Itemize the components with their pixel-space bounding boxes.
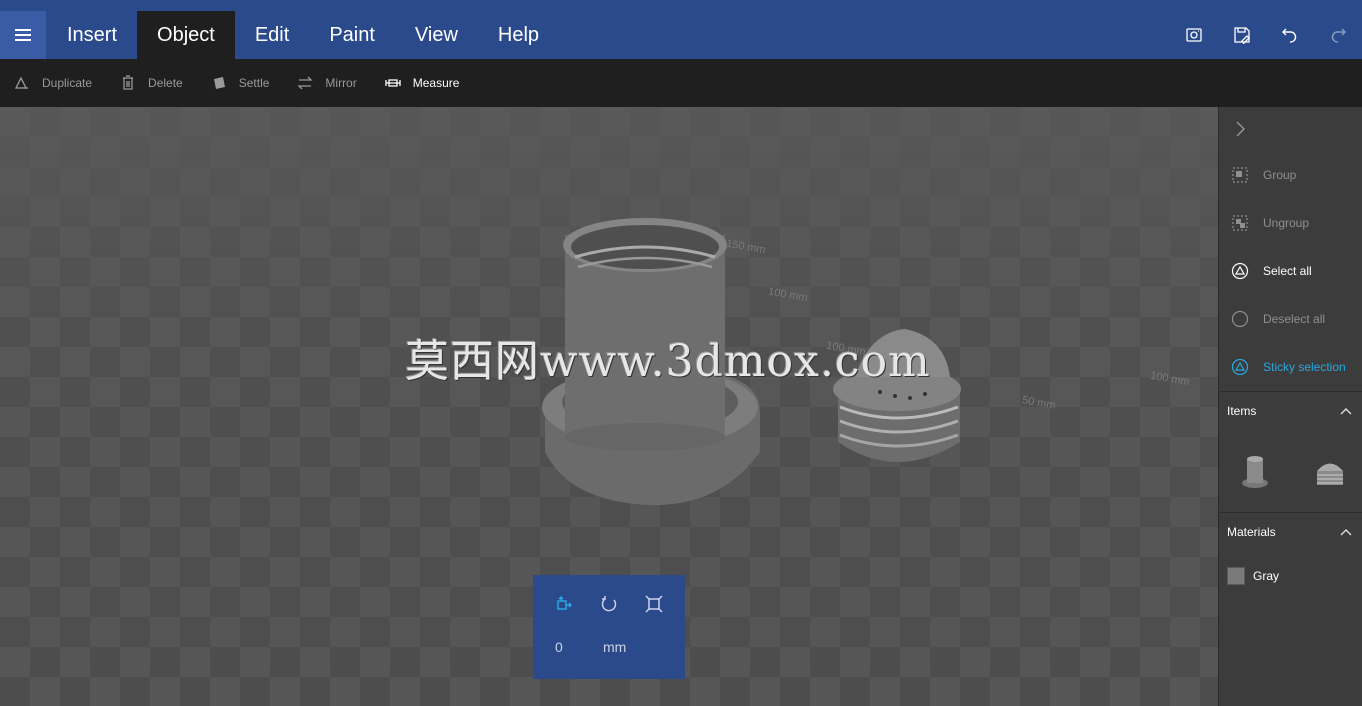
chevron-up-icon	[1340, 529, 1352, 536]
sticky-selection-label: Sticky selection	[1263, 360, 1346, 374]
mirror-button[interactable]: Mirror	[295, 73, 357, 93]
select-all-button[interactable]: Select all	[1219, 247, 1362, 295]
tab-help[interactable]: Help	[478, 11, 559, 59]
deselect-all-label: Deselect all	[1263, 312, 1326, 326]
items-title: Items	[1227, 404, 1257, 418]
delete-button[interactable]: Delete	[118, 73, 183, 93]
rotate-mode-button[interactable]	[596, 591, 622, 617]
transform-unit: mm	[603, 639, 627, 655]
menu-tabs: Insert Object Edit Paint View Help	[47, 11, 559, 59]
mirror-icon	[295, 73, 315, 93]
select-all-icon	[1231, 262, 1249, 280]
view-3d-icon	[1186, 28, 1202, 42]
duplicate-label: Duplicate	[42, 76, 93, 90]
duplicate-icon	[12, 73, 32, 93]
item-thumbnail-cap[interactable]	[1314, 451, 1346, 491]
undo-button[interactable]	[1266, 11, 1314, 59]
app-window: Insert Object Edit Paint View Help Dupli…	[0, 0, 1362, 706]
group-button[interactable]: Group	[1219, 151, 1362, 199]
items-header[interactable]: Items	[1219, 392, 1362, 430]
tab-insert[interactable]: Insert	[47, 11, 137, 59]
group-label: Group	[1263, 168, 1297, 182]
chevron-right-icon	[1236, 121, 1245, 137]
settle-icon	[209, 73, 229, 93]
deselect-all-icon	[1231, 310, 1249, 328]
settle-label: Settle	[238, 76, 270, 90]
viewport-3d[interactable]: 150 mm 100 mm 50 mm 100 mm 100 mm 莫西网www…	[0, 107, 1218, 706]
transform-panel: 0 mm	[533, 575, 685, 679]
save-icon	[1234, 27, 1250, 44]
menu-right-actions	[1170, 11, 1362, 59]
materials-header[interactable]: Materials	[1219, 513, 1362, 551]
transform-value[interactable]: 0	[555, 639, 603, 655]
sticky-selection-toggle[interactable]: Sticky selection	[1219, 343, 1362, 391]
duplicate-button[interactable]: Duplicate	[12, 73, 92, 93]
scale-mode-button[interactable]	[641, 591, 667, 617]
undo-icon	[1282, 28, 1297, 43]
tab-view[interactable]: View	[395, 11, 478, 59]
materials-title: Materials	[1227, 525, 1276, 539]
right-panel: Group Ungroup Select all Deselect all St…	[1218, 107, 1362, 706]
tab-edit[interactable]: Edit	[235, 11, 309, 59]
menu-bar: Insert Object Edit Paint View Help	[0, 0, 1362, 59]
settle-button[interactable]: Settle	[209, 73, 270, 93]
collapse-panel-button[interactable]	[1219, 107, 1362, 151]
save-button[interactable]	[1218, 11, 1266, 59]
hamburger-icon	[15, 34, 31, 36]
rotate-icon	[601, 596, 617, 612]
material-swatch	[1227, 567, 1245, 585]
measure-icon	[383, 73, 403, 93]
move-mode-button[interactable]	[551, 591, 577, 617]
group-icon	[1231, 166, 1249, 184]
delete-label: Delete	[148, 76, 183, 90]
view-3d-button[interactable]	[1170, 11, 1218, 59]
measure-button[interactable]: Measure	[383, 73, 460, 93]
object-toolbar: Duplicate Delete Settle Mirror Measure	[0, 59, 1362, 107]
scale-icon	[645, 595, 663, 613]
select-all-label: Select all	[1263, 264, 1312, 278]
watermark-text: 莫西网www.3dmox.com	[405, 336, 931, 387]
chevron-up-icon	[1340, 408, 1352, 415]
tab-object[interactable]: Object	[137, 11, 235, 59]
deselect-all-button[interactable]: Deselect all	[1219, 295, 1362, 343]
material-item-gray[interactable]: Gray	[1219, 551, 1362, 601]
material-label: Gray	[1253, 569, 1280, 583]
tab-paint[interactable]: Paint	[309, 11, 395, 59]
items-section: Items	[1219, 391, 1362, 512]
items-list	[1219, 430, 1362, 512]
sticky-selection-icon	[1231, 358, 1249, 376]
hamburger-menu-button[interactable]	[0, 11, 46, 59]
redo-button[interactable]	[1314, 11, 1362, 59]
measure-label: Measure	[412, 76, 460, 90]
move-icon	[556, 595, 572, 610]
materials-section: Materials Gray	[1219, 512, 1362, 601]
ungroup-icon	[1231, 214, 1249, 232]
redo-icon	[1331, 28, 1346, 43]
mirror-label: Mirror	[325, 76, 357, 90]
item-thumbnail-cup[interactable]	[1239, 451, 1271, 491]
trash-icon	[118, 73, 138, 93]
ungroup-button[interactable]: Ungroup	[1219, 199, 1362, 247]
ungroup-label: Ungroup	[1263, 216, 1310, 230]
